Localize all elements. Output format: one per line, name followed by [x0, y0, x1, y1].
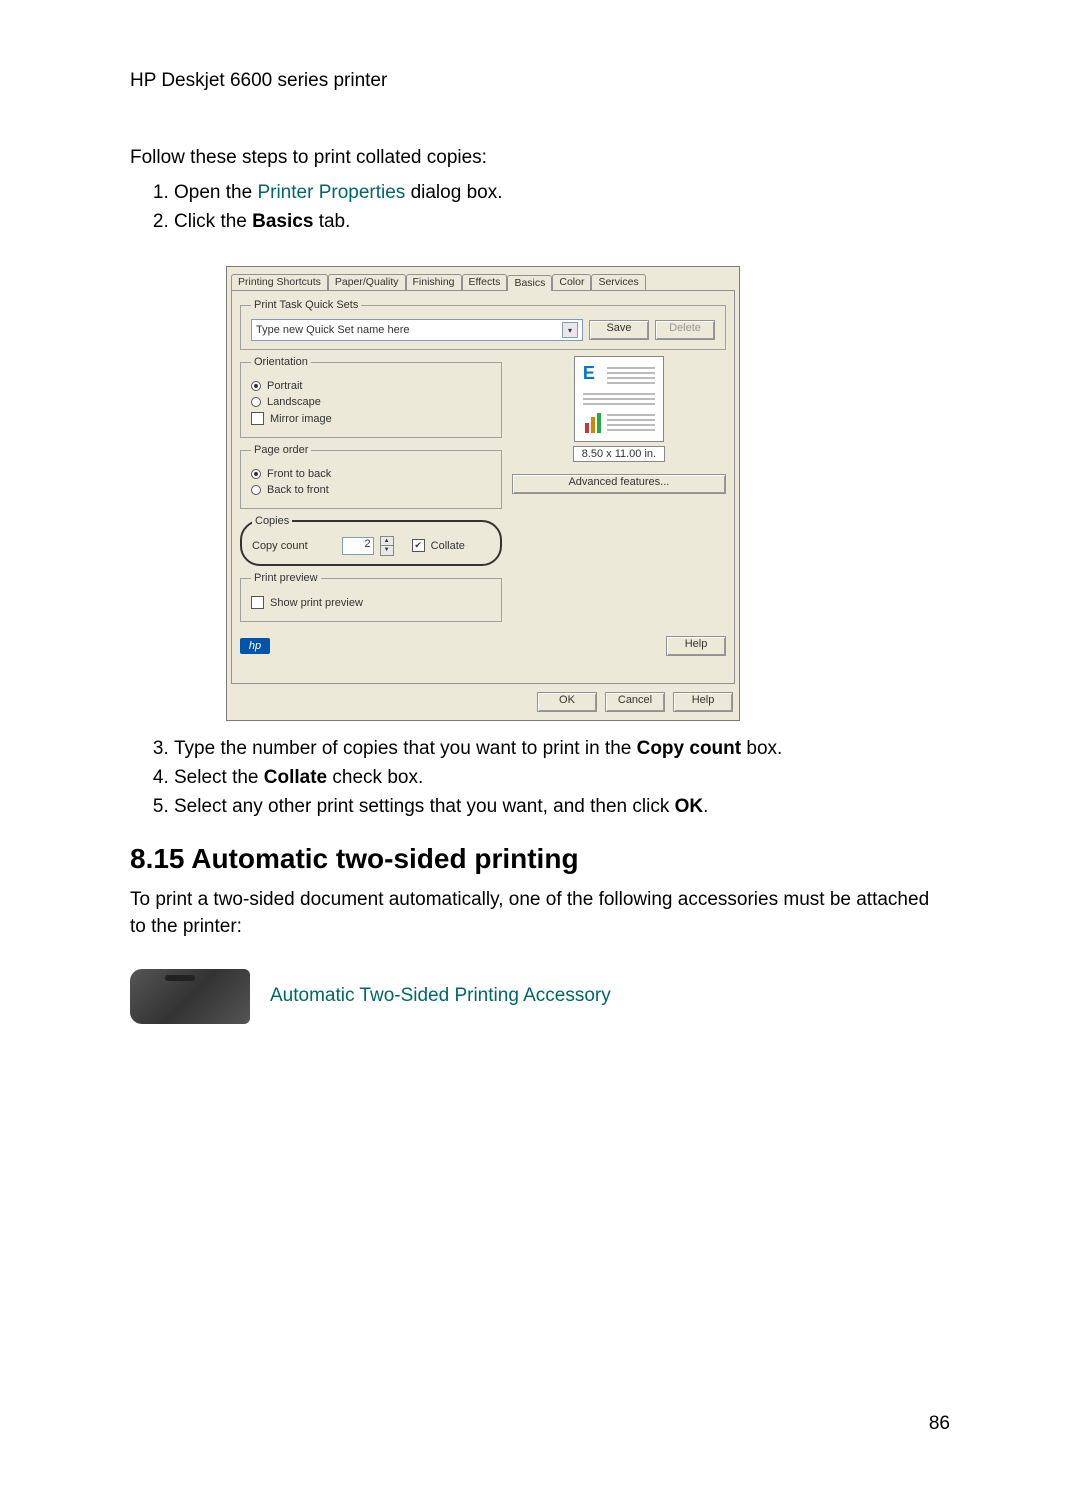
printer-properties-link[interactable]: Printer Properties	[257, 182, 405, 203]
check-show-preview[interactable]: Show print preview	[251, 596, 491, 609]
accessory-link[interactable]: Automatic Two-Sided Printing Accessory	[270, 985, 611, 1007]
radio-back-to-front[interactable]: Back to front	[251, 484, 491, 496]
check-mirror[interactable]: Mirror image	[251, 412, 491, 425]
cancel-button[interactable]: Cancel	[605, 692, 665, 712]
steps-list-1: Open the Printer Properties dialog box. …	[130, 181, 950, 234]
tab-color[interactable]: Color	[552, 274, 591, 290]
save-button[interactable]: Save	[589, 320, 649, 340]
copy-count-label: Copy count	[252, 540, 308, 552]
tab-printing-shortcuts[interactable]: Printing Shortcuts	[231, 274, 328, 290]
step-4: Select the Collate check box.	[174, 766, 950, 791]
radio-front-to-back[interactable]: Front to back	[251, 468, 491, 480]
check-collate[interactable]: ✔Collate	[412, 539, 465, 552]
page-order-group: Page order Front to back Back to front	[240, 444, 502, 509]
radio-landscape[interactable]: Landscape	[251, 396, 491, 408]
advanced-features-button[interactable]: Advanced features...	[512, 474, 726, 494]
step-3: Type the number of copies that you want …	[174, 737, 950, 762]
section-heading: 8.15 Automatic two-sided printing	[130, 843, 950, 875]
copy-count-spinner[interactable]: ▲▼	[380, 536, 394, 556]
tab-finishing[interactable]: Finishing	[406, 274, 462, 290]
ok-button[interactable]: OK	[537, 692, 597, 712]
paper-size-label: 8.50 x 11.00 in.	[573, 446, 665, 462]
page-header: HP Deskjet 6600 series printer	[130, 70, 950, 92]
section-body: To print a two-sided document automatica…	[130, 887, 950, 940]
accessory-image	[130, 969, 250, 1024]
delete-button: Delete	[655, 320, 715, 340]
dropdown-icon[interactable]: ▾	[562, 322, 578, 338]
tab-effects[interactable]: Effects	[462, 274, 508, 290]
intro-text: Follow these steps to print collated cop…	[130, 147, 950, 169]
orientation-group: Orientation Portrait Landscape Mirror im…	[240, 356, 502, 438]
steps-list-2: Type the number of copies that you want …	[130, 737, 950, 819]
radio-portrait[interactable]: Portrait	[251, 380, 491, 392]
help-button-outer[interactable]: Help	[673, 692, 733, 712]
printer-properties-dialog: Printing Shortcuts Paper/Quality Finishi…	[226, 266, 740, 721]
copy-count-input[interactable]: 2	[342, 537, 374, 555]
tab-services[interactable]: Services	[591, 274, 645, 290]
page-number: 86	[929, 1413, 950, 1435]
page-preview: E	[574, 356, 664, 442]
quick-set-input[interactable]: Type new Quick Set name here ▾	[251, 319, 583, 341]
tab-bar: Printing Shortcuts Paper/Quality Finishi…	[227, 267, 739, 290]
tab-paper-quality[interactable]: Paper/Quality	[328, 274, 406, 290]
step-1: Open the Printer Properties dialog box.	[174, 181, 950, 206]
step-5: Select any other print settings that you…	[174, 795, 950, 820]
tab-basics[interactable]: Basics	[507, 275, 552, 291]
copies-group: Copies Copy count 2 ▲▼ ✔Collate	[240, 515, 502, 566]
step-2: Click the Basics tab.	[174, 210, 950, 235]
quick-sets-group: Print Task Quick Sets Type new Quick Set…	[240, 299, 726, 350]
help-button-inner[interactable]: Help	[666, 636, 726, 656]
print-preview-group: Print preview Show print preview	[240, 572, 502, 622]
hp-logo-icon: hp	[240, 638, 270, 654]
